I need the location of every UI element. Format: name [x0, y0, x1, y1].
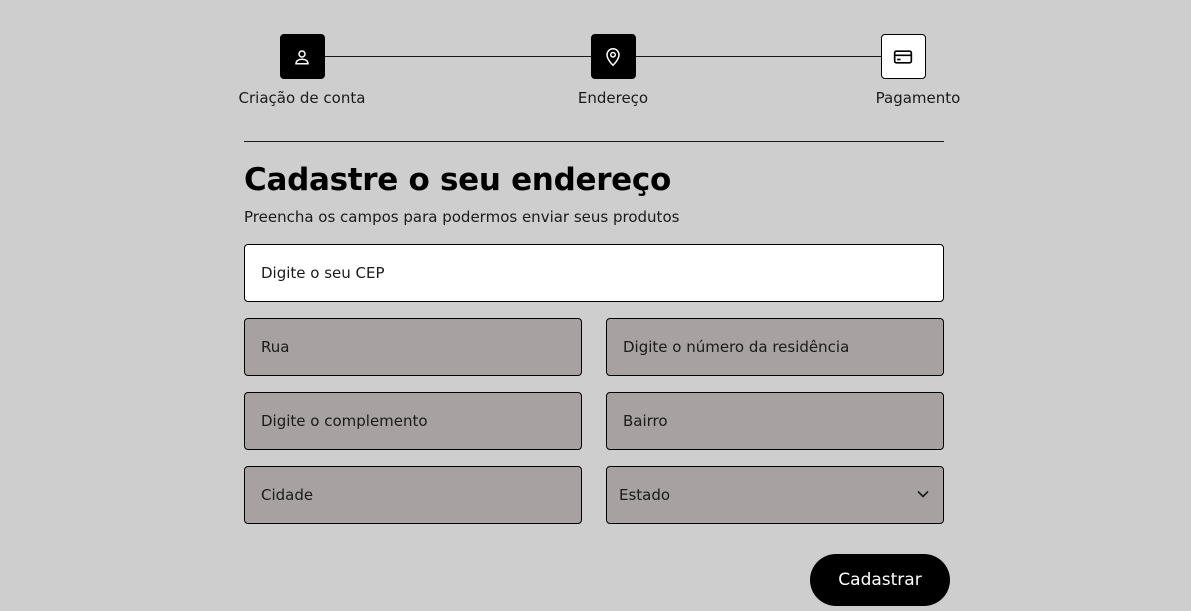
credit-card-icon	[893, 49, 913, 64]
page-subtitle: Preencha os campos para podermos enviar …	[244, 208, 680, 226]
step-account-creation[interactable]: Criação de conta	[232, 34, 372, 107]
step-label: Criação de conta	[238, 89, 366, 107]
form-row	[244, 318, 944, 376]
chevron-down-icon	[917, 490, 929, 498]
step-icon-box	[590, 34, 636, 79]
submit-row: Cadastrar	[810, 554, 950, 606]
register-button[interactable]: Cadastrar	[810, 554, 950, 606]
city-input[interactable]	[244, 466, 582, 524]
form-row	[244, 392, 944, 450]
user-icon	[295, 49, 309, 64]
step-address[interactable]: Endereço	[543, 34, 683, 107]
state-select-value: Estado	[619, 486, 671, 504]
cep-input[interactable]	[244, 244, 944, 302]
address-form: Estado	[244, 244, 944, 524]
complement-input[interactable]	[244, 392, 582, 450]
form-row: Estado	[244, 466, 944, 524]
step-icon-box	[880, 34, 926, 79]
step-icon-box	[279, 34, 325, 79]
page-title: Cadastre o seu endereço	[244, 162, 671, 198]
checkout-container: Criação de conta Endereço Pagamento Cada…	[239, 0, 960, 524]
step-payment[interactable]: Pagamento	[833, 34, 973, 107]
step-label: Endereço	[577, 89, 649, 107]
neighborhood-input[interactable]	[606, 392, 944, 450]
map-pin-icon	[606, 47, 620, 66]
state-select[interactable]: Estado	[606, 466, 944, 524]
progress-stepper: Criação de conta Endereço Pagamento	[239, 0, 960, 142]
street-input[interactable]	[244, 318, 582, 376]
house-number-input[interactable]	[606, 318, 944, 376]
step-label: Pagamento	[875, 89, 961, 107]
